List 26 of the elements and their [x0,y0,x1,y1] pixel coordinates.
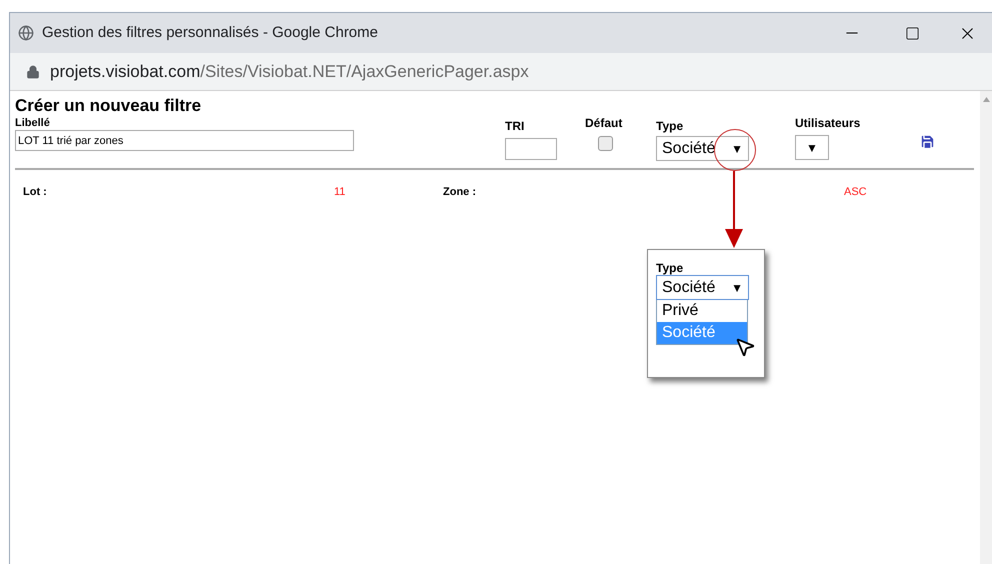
window-title: Gestion des filtres personnalisés - Google Chrome [42,22,378,43]
dropdown-option[interactable]: Privé [657,300,747,322]
field-label: Défaut [585,117,622,130]
type-select[interactable]: Société ▼ [656,275,749,300]
users-select[interactable]: ▼ [795,135,829,160]
field-label: Type [656,120,684,133]
lot-label: Lot : [23,185,48,200]
libelle-field[interactable]: LOT 11 trié par zones [15,130,354,151]
field-label: Type [656,262,684,275]
lock-icon [26,64,40,78]
default-checkbox[interactable] [598,136,613,151]
page-heading: Créer un nouveau filtre [15,95,202,117]
url-text: projets.visiobat.com/Sites/Visiobat.NET/AjaxGenericPager.aspx [50,60,529,83]
field-label: Libellé [15,117,50,130]
field-label: TRI [505,120,524,133]
type-select[interactable]: Société ▼ [656,136,749,161]
address-bar[interactable]: projets.visiobat.com/Sites/Visiobat.NET/AjaxGenericPager.aspx [10,53,992,91]
save-icon[interactable] [919,133,936,150]
field-label: Utilisateurs [795,117,860,130]
scrollbar[interactable] [980,91,992,564]
tri-field[interactable] [505,138,557,160]
sort-order: ASC [844,185,867,200]
zone-label: Zone : [443,185,477,200]
globe-icon [18,25,34,41]
maximize-icon[interactable] [904,26,920,40]
lot-value: 11 [334,185,346,200]
